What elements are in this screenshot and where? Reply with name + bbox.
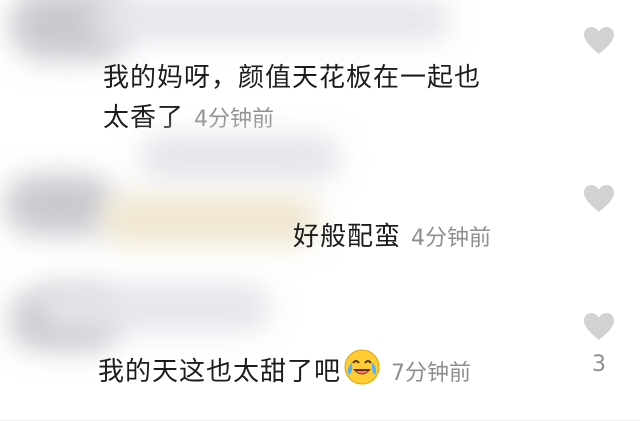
like-button[interactable] — [582, 26, 616, 56]
like-button[interactable]: 3 — [582, 312, 616, 377]
comment-text: 我的妈呀，颜值天花板在一起也 — [103, 58, 481, 98]
comment-timestamp: 7分钟前 — [391, 361, 472, 386]
heart-icon — [584, 185, 614, 212]
like-button[interactable] — [582, 184, 616, 214]
comment-text: 我的天这也太甜了吧 7分钟前 — [98, 348, 471, 398]
comment-text-line: 好般配蛮 — [293, 222, 402, 252]
comment-item: 我的天这也太甜了吧 7分钟前 3 — [0, 280, 640, 421]
comment-text-line: 我的妈呀，颜值天花板在一起也 — [103, 63, 482, 93]
heart-icon — [584, 27, 614, 54]
laughing-crying-face-icon — [343, 348, 381, 398]
blurred-username — [140, 135, 340, 180]
blurred-username — [90, 0, 450, 40]
blurred-username — [100, 195, 320, 245]
comment-text: 好般配蛮 4分钟前 — [293, 217, 491, 259]
like-count: 3 — [592, 352, 606, 377]
comment-text-line: 我的天这也太甜了吧 — [98, 357, 342, 387]
heart-icon — [584, 313, 614, 340]
comment-item: 好般配蛮 4分钟前 — [0, 135, 640, 280]
blurred-avatar — [5, 175, 115, 235]
blurred-username — [40, 285, 270, 330]
comment-text: 太香了 4分钟前 — [103, 98, 274, 140]
comment-timestamp: 4分钟前 — [411, 226, 492, 251]
comment-timestamp: 4分钟前 — [194, 107, 275, 132]
comment-item: 我的妈呀，颜值天花板在一起也 太香了 4分钟前 — [0, 0, 640, 150]
comment-text-line: 太香了 — [103, 103, 185, 133]
